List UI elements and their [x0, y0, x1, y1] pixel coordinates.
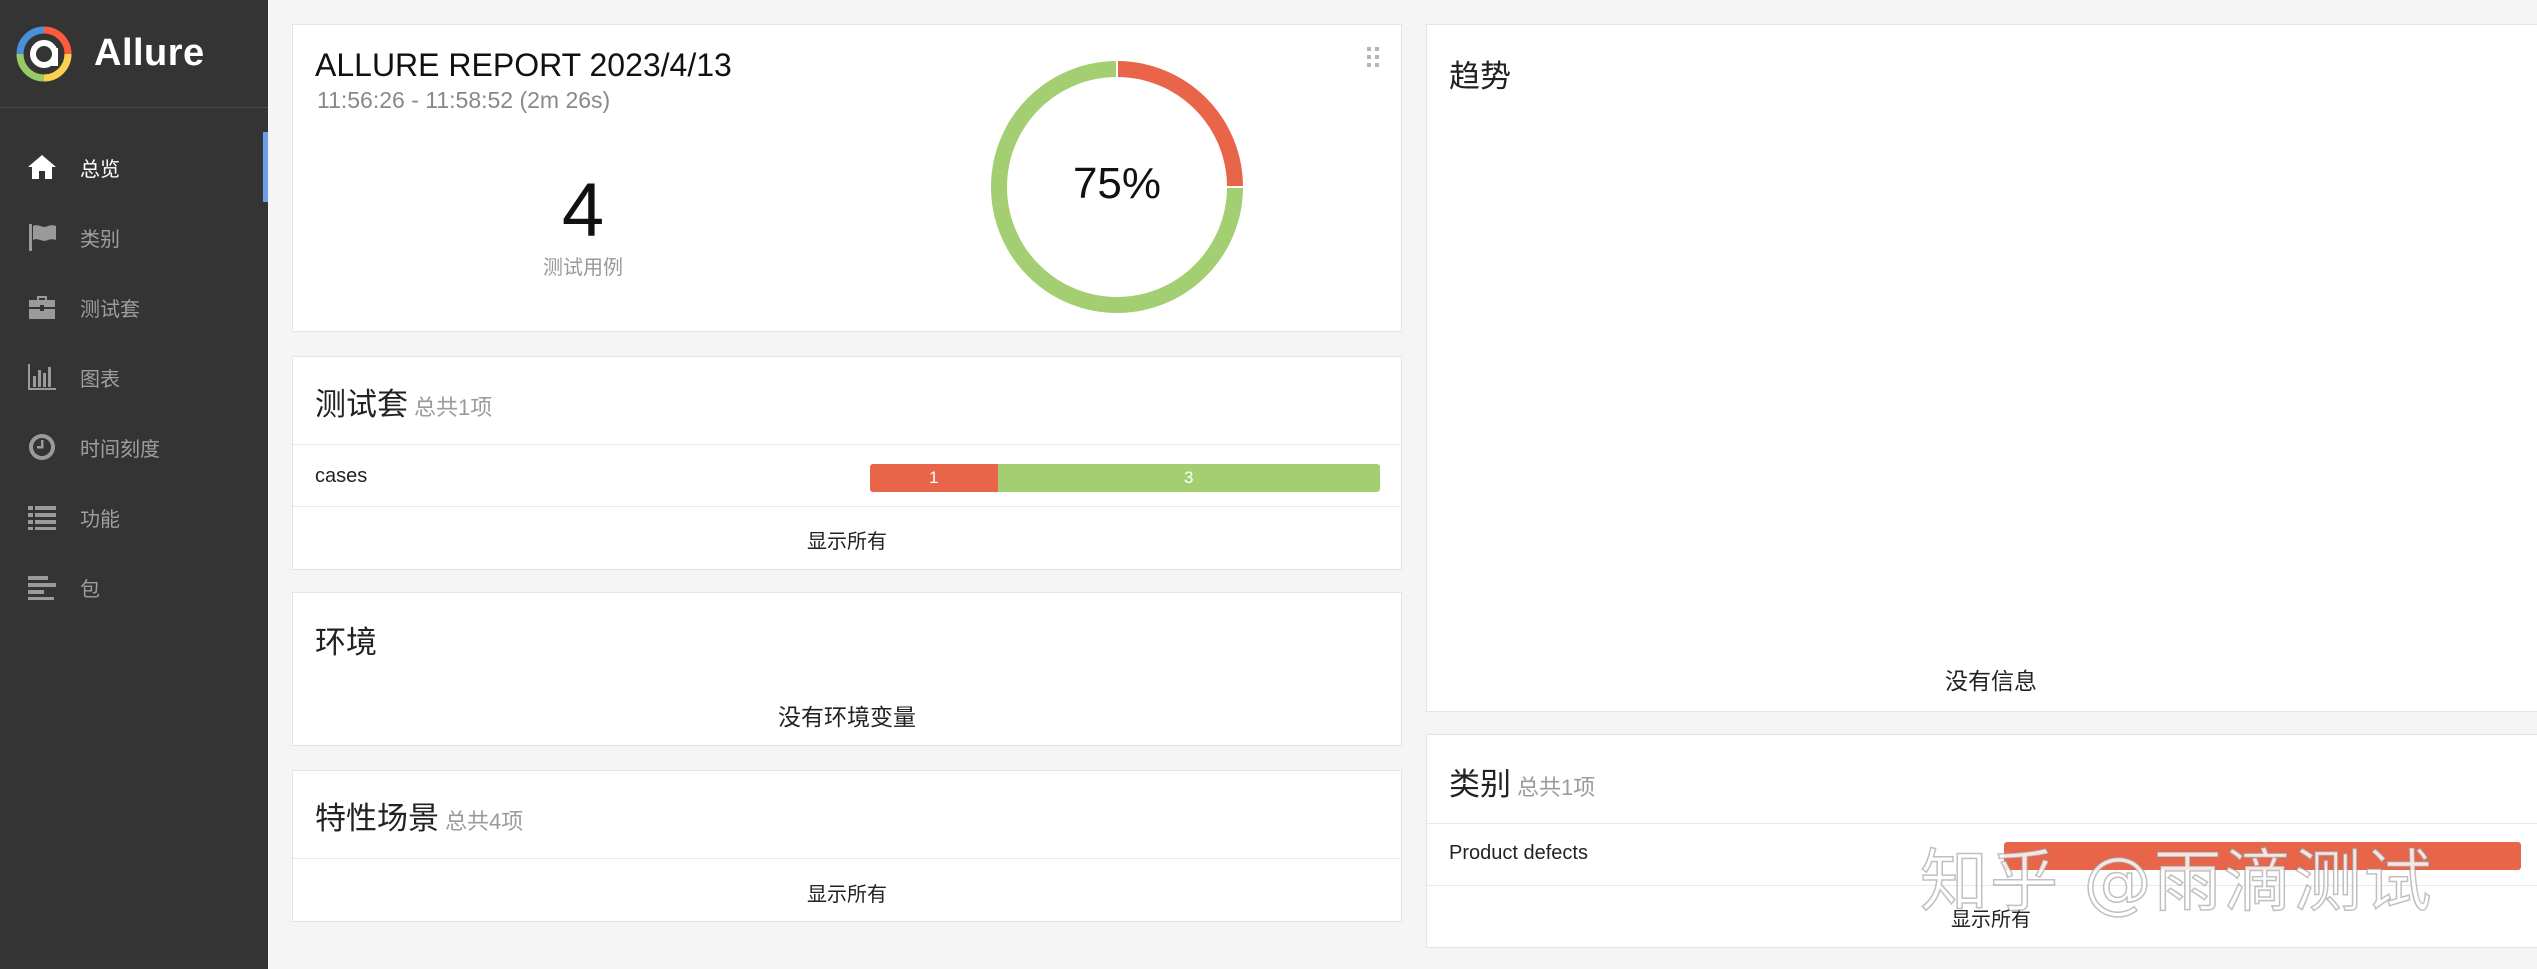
categories-title: 类别 总共1项 [1449, 759, 1595, 804]
divider [293, 444, 1401, 445]
environment-title: 环境 [315, 625, 377, 660]
categories-title-text: 类别 [1449, 767, 1511, 802]
summary-widget: ALLURE REPORT 2023/4/13 11:56:26 - 11:58… [292, 24, 1402, 332]
environment-empty-message: 没有环境变量 [778, 704, 916, 730]
sidebar-item-label: 包 [80, 578, 100, 601]
sidebar: Allure 总览 类别 测试套 图表 时间刻度 功能 包 [0, 0, 268, 969]
home-icon [24, 149, 60, 185]
test-case-count: 4 [561, 168, 605, 253]
trend-empty-message: 没有信息 [1945, 668, 2037, 694]
divider [293, 858, 1401, 859]
watermark: 知乎 @雨滴测试 [1919, 842, 2434, 923]
sidebar-item-label: 图表 [80, 368, 120, 391]
suites-widget: 测试套 总共1项 cases 1 3 显示所有 [292, 356, 1402, 570]
drag-handle-icon[interactable] [1365, 45, 1381, 69]
report-title: ALLURE REPORT 2023/4/13 [315, 47, 732, 83]
report-time-range: 11:56:26 - 11:58:52 (2m 26s) [317, 87, 611, 113]
suites-title: 测试套 总共1项 [315, 379, 492, 424]
features-widget: 特性场景 总共4项 显示所有 [292, 770, 1402, 922]
failed-segment: 1 [870, 464, 998, 492]
suites-total: 总共1项 [414, 395, 493, 420]
features-total: 总共4项 [445, 809, 524, 834]
suites-title-text: 测试套 [315, 387, 408, 422]
features-title: 特性场景 总共4项 [315, 793, 523, 838]
align-left-icon [24, 569, 60, 605]
sidebar-item-label: 时间刻度 [80, 438, 160, 461]
sidebar-item-overview[interactable]: 总览 [0, 132, 268, 202]
features-title-text: 特性场景 [315, 801, 439, 836]
sidebar-item-behaviors[interactable]: 功能 [0, 482, 268, 552]
divider [293, 506, 1401, 507]
sidebar-item-suites[interactable]: 测试套 [0, 272, 268, 342]
briefcase-icon [24, 289, 60, 325]
category-name[interactable]: Product defects [1449, 842, 1588, 865]
suites-show-all-link[interactable]: 显示所有 [293, 525, 1401, 554]
categories-total: 总共1项 [1517, 775, 1596, 800]
sidebar-item-categories[interactable]: 类别 [0, 202, 268, 272]
sidebar-item-label: 功能 [80, 508, 120, 531]
list-icon [24, 499, 60, 535]
environment-widget: 环境 没有环境变量 [292, 592, 1402, 746]
suite-status-bar[interactable]: 1 3 [870, 464, 1380, 492]
sidebar-nav: 总览 类别 测试套 图表 时间刻度 功能 包 [0, 132, 268, 622]
sidebar-item-timeline[interactable]: 时间刻度 [0, 412, 268, 482]
sidebar-item-label: 总览 [80, 158, 120, 181]
flag-icon [24, 219, 60, 255]
clock-icon [24, 429, 60, 465]
features-show-all-link[interactable]: 显示所有 [293, 878, 1401, 907]
trend-title: 趋势 [1449, 59, 1511, 94]
brand-name: Allure [94, 32, 205, 74]
bar-chart-icon [24, 359, 60, 395]
divider [1427, 823, 2537, 824]
trend-widget: 趋势 没有信息 [1426, 24, 2537, 712]
suite-name[interactable]: cases [315, 465, 367, 488]
sidebar-item-label: 类别 [80, 228, 120, 251]
allure-logo-icon [16, 26, 72, 81]
test-case-label: 测试用例 [543, 257, 623, 279]
sidebar-item-packages[interactable]: 包 [0, 552, 268, 622]
sidebar-item-graphs[interactable]: 图表 [0, 342, 268, 412]
pass-rate: 75% [1072, 159, 1162, 208]
brand[interactable]: Allure [0, 0, 268, 108]
passed-segment: 3 [997, 464, 1380, 492]
sidebar-item-label: 测试套 [80, 298, 140, 321]
